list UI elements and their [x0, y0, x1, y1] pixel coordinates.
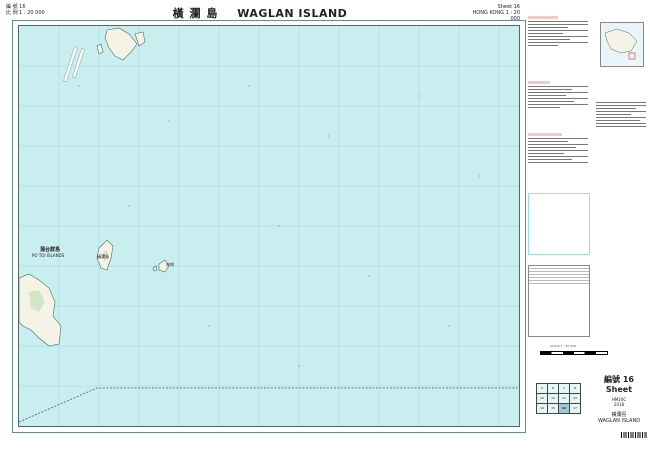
barcode [621, 432, 647, 438]
label-waglan-zh: 橫瀾島 [97, 254, 109, 259]
legend-buildings [528, 81, 588, 110]
map-legend [528, 13, 590, 338]
sheet-info-title: 編號 16 Sheet [604, 375, 634, 394]
sheet-index-cell[interactable]: 17 [569, 403, 581, 414]
scale-label: SCALE 1 : 20 000 [550, 344, 576, 348]
scale-bar [540, 351, 608, 355]
legend-grid-info [528, 193, 590, 255]
map-area[interactable]: 蒲台群島 PO TOI ISLANDS 宋崗 橫瀾島 [18, 25, 520, 427]
map-title: 橫 瀾 島 WAGLAN ISLAND [0, 5, 520, 21]
north-islands [96, 27, 146, 61]
sheet-name-en: WAGLAN ISLAND [597, 418, 641, 424]
title-en: WAGLAN ISLAND [237, 7, 348, 20]
map-canvas [19, 26, 519, 426]
territorial-boundary [19, 387, 519, 423]
label-po-toi-en: PO TOI ISLANDS [32, 253, 65, 258]
label-sung-kong-zh: 宋崗 [166, 262, 174, 267]
legend-roads [528, 16, 588, 48]
title-zh: 橫 瀾 島 [172, 7, 219, 20]
legend-relief [528, 133, 588, 165]
fish-farms [63, 46, 85, 82]
sheet-info: 編號 16 Sheet HM20C 2018 橫瀾島 WAGLAN ISLAND [590, 374, 648, 439]
notes-block [596, 100, 646, 160]
location-inset-map [600, 22, 644, 67]
legend-reliability-table [528, 265, 590, 337]
grid-lines [19, 26, 519, 426]
sheet-index: 5 6 7 8 10 11 12 13 14 15 16 17 [536, 383, 581, 423]
sheet-name-zh: 橫瀾島 [611, 412, 627, 418]
sheet-edition: 2018 [613, 402, 625, 407]
label-po-toi-zh: 蒲台群島 [40, 247, 61, 253]
